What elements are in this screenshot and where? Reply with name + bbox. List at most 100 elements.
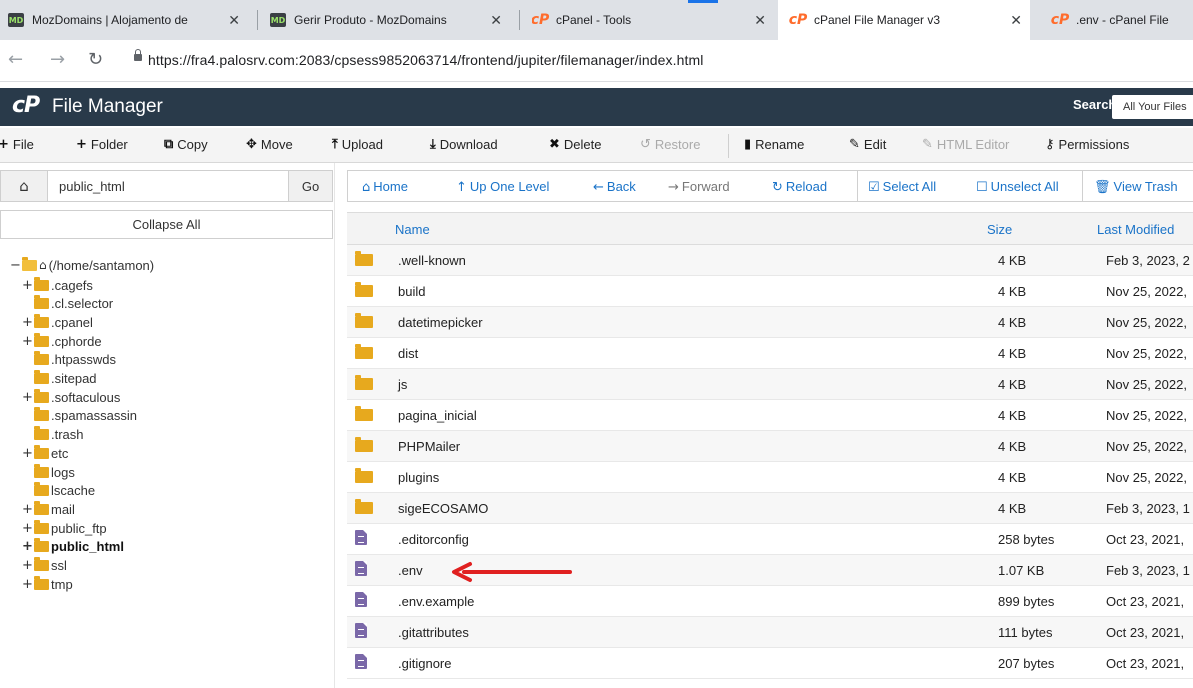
table-row[interactable]: plugins 4 KB Nov 25, 2022,	[347, 462, 1193, 493]
tree-item[interactable]: logs	[22, 463, 75, 481]
plus-icon[interactable]: +	[22, 390, 34, 405]
plus-icon[interactable]: +	[22, 558, 34, 573]
tree-item-label: .cpanel	[51, 314, 93, 330]
trash-icon: 🗑	[1094, 180, 1111, 195]
home-icon[interactable]: ⌂	[0, 170, 48, 202]
folder-icon	[34, 426, 49, 441]
tree-item[interactable]: .trash	[22, 426, 84, 444]
plus-icon[interactable]: +	[22, 521, 34, 536]
plus-icon[interactable]: +	[22, 577, 34, 592]
plus-icon: +	[76, 137, 87, 152]
table-row[interactable]: build 4 KB Nov 25, 2022,	[347, 276, 1193, 307]
html-editor-icon: ✎	[922, 137, 933, 152]
plus-icon[interactable]: +	[22, 334, 34, 349]
tree-item[interactable]: + .softaculous	[22, 388, 120, 406]
browser-tab-3[interactable]: cP cPanel - Tools ✕	[532, 0, 774, 40]
url-field[interactable]: https://fra4.palosrv.com:2083/cpsess9852…	[124, 49, 1184, 72]
download-button[interactable]: ⤓ Download	[430, 137, 498, 152]
tree-item[interactable]: + public_ftp	[22, 519, 107, 537]
close-icon[interactable]: ✕	[490, 12, 502, 29]
tree-item[interactable]: .cl.selector	[22, 295, 113, 313]
table-row[interactable]: js 4 KB Nov 25, 2022,	[347, 369, 1193, 400]
plus-icon[interactable]: +	[22, 539, 34, 554]
plus-icon[interactable]: +	[22, 502, 34, 517]
tree-item[interactable]: + public_html	[22, 538, 124, 556]
tree-item-label: mail	[51, 501, 75, 517]
table-row[interactable]: pagina_inicial 4 KB Nov 25, 2022,	[347, 400, 1193, 431]
table-row[interactable]: .gitignore 207 bytes Oct 23, 2021,	[347, 648, 1193, 679]
close-icon[interactable]: ✕	[754, 12, 766, 29]
path-input[interactable]: public_html	[48, 170, 289, 202]
copy-label: Copy	[177, 137, 208, 152]
tree-root[interactable]: − ⌂ (/home/santamon)	[10, 256, 154, 274]
table-row[interactable]: dist 4 KB Nov 25, 2022,	[347, 338, 1193, 369]
tree-item[interactable]: .spamassassin	[22, 407, 137, 425]
tab-indicator	[688, 0, 718, 3]
tree-item[interactable]: + .cphorde	[22, 332, 102, 350]
tree-item[interactable]: + tmp	[22, 575, 73, 593]
tree-item[interactable]: + .cagefs	[22, 276, 93, 294]
tree-item[interactable]: + mail	[22, 500, 75, 518]
close-icon[interactable]: ✕	[1010, 12, 1022, 29]
table-row[interactable]: datetimepicker 4 KB Nov 25, 2022,	[347, 307, 1193, 338]
tree-item[interactable]: + ssl	[22, 557, 67, 575]
cpanel-logo[interactable]: cP	[12, 93, 40, 118]
column-modified-header[interactable]: Last Modified	[1097, 222, 1174, 237]
permissions-button[interactable]: ⚷ Permissions	[1045, 137, 1129, 152]
forward-arrow-icon[interactable]: →	[50, 49, 65, 70]
tree-item[interactable]: .sitepad	[22, 370, 97, 388]
edit-button[interactable]: ✎ Edit	[849, 137, 886, 152]
browser-tab-active[interactable]: cP cPanel File Manager v3 ✕	[778, 0, 1030, 40]
close-icon[interactable]: ✕	[228, 12, 240, 29]
restore-button[interactable]: ↺ Restore	[640, 137, 700, 152]
up-one-level-button[interactable]: ↑ Up One Level	[456, 179, 549, 195]
html-editor-button[interactable]: ✎ HTML Editor	[922, 137, 1009, 152]
tree-item[interactable]: + etc	[22, 444, 68, 462]
delete-button[interactable]: ✖ Delete	[549, 137, 601, 152]
unselect-all-button[interactable]: ☐ Unselect All	[976, 179, 1059, 195]
table-row[interactable]: .gitattributes 111 bytes Oct 23, 2021,	[347, 617, 1193, 648]
tree-item[interactable]: + .cpanel	[22, 313, 93, 331]
table-row[interactable]: .editorconfig 258 bytes Oct 23, 2021,	[347, 524, 1193, 555]
browser-tab-2[interactable]: MD Gerir Produto - MozDomains ✕	[270, 0, 510, 40]
upload-icon: ⤒	[332, 137, 338, 152]
table-row[interactable]: .env.example 899 bytes Oct 23, 2021,	[347, 586, 1193, 617]
move-label: Move	[260, 137, 293, 152]
tree-item[interactable]: .htpasswds	[22, 351, 116, 369]
plus-icon[interactable]: +	[22, 446, 34, 461]
table-row[interactable]: sigeECOSAMO 4 KB Feb 3, 2023, 1	[347, 493, 1193, 524]
tree-item-label: .cphorde	[51, 333, 102, 349]
select-all-button[interactable]: ☑ Select All	[868, 179, 936, 195]
browser-tab-5[interactable]: cP .env - cPanel File	[1040, 0, 1193, 40]
move-button[interactable]: ✥ Move	[246, 137, 293, 152]
checkbox-checked-icon: ☑	[868, 180, 880, 195]
view-trash-button[interactable]: 🗑 View Trash	[1094, 179, 1178, 195]
nav-home-button[interactable]: ⌂ Home	[362, 179, 408, 195]
tree-item[interactable]: lscache	[22, 482, 95, 500]
plus-icon[interactable]: +	[22, 278, 34, 293]
search-scope-select[interactable]: All Your Files	[1112, 95, 1193, 119]
upload-button[interactable]: ⤒ Upload	[332, 137, 383, 152]
new-folder-button[interactable]: + Folder	[76, 137, 128, 152]
collapse-all-button[interactable]: Collapse All	[0, 210, 333, 239]
copy-button[interactable]: ⧉ Copy	[164, 137, 208, 152]
browser-tab-1[interactable]: MD MozDomains | Alojamento de ✕	[8, 0, 248, 40]
minus-icon[interactable]: −	[10, 258, 22, 273]
rename-button[interactable]: ▮ Rename	[744, 137, 804, 152]
new-file-button[interactable]: + File	[0, 137, 34, 152]
plus-icon[interactable]: +	[22, 315, 34, 330]
column-size-header[interactable]: Size	[987, 222, 1012, 237]
moz-icon: MD	[270, 13, 286, 27]
folder-icon	[34, 575, 49, 590]
go-button[interactable]: Go	[289, 170, 333, 202]
file-size: 4 KB	[998, 284, 1027, 299]
reload-icon[interactable]: ↻	[88, 49, 103, 70]
back-button[interactable]: ← Back	[593, 179, 636, 195]
forward-button[interactable]: → Forward	[668, 179, 730, 195]
tree-item-label: etc	[51, 445, 69, 461]
table-row[interactable]: PHPMailer 4 KB Nov 25, 2022,	[347, 431, 1193, 462]
reload-button[interactable]: ↻ Reload	[772, 179, 827, 195]
back-arrow-icon[interactable]: ←	[8, 49, 23, 70]
column-name-header[interactable]: Name	[395, 222, 430, 237]
table-row[interactable]: .well-known 4 KB Feb 3, 2023, 2	[347, 245, 1193, 276]
